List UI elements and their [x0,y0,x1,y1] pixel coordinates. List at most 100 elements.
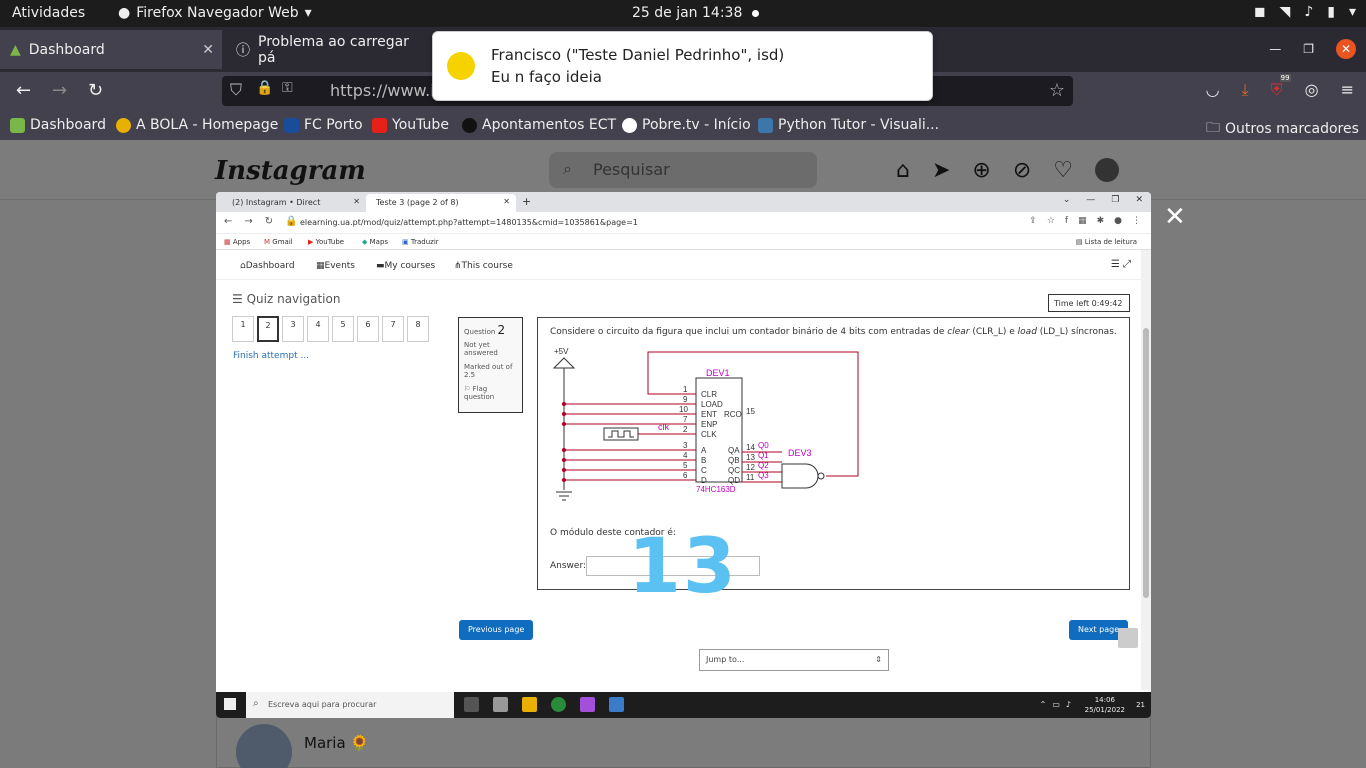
instagram-header: Instagram ⌕ Pesquisar ⌂ ➤ ⊕ ⊘ ♡ [0,140,1366,200]
pocket-icon[interactable]: ◡ [1206,80,1220,100]
quiz-navigation-label: Quiz navigation [246,292,341,306]
discord-icon[interactable]: ◼ [1254,4,1266,20]
profile-avatar[interactable] [1095,158,1120,182]
chrome-bookmark: ▶ YouTube [308,238,344,246]
pin-label: C [701,466,707,475]
window-controls: — ❐ ✕ [1269,39,1356,59]
bookmark-dashboard[interactable]: Dashboard [10,117,106,133]
clock[interactable]: 25 de jan 14:38 [632,5,760,21]
new-post-icon[interactable]: ⊕ [972,158,990,183]
menu-icon[interactable]: ≡ [1341,80,1354,100]
tab-dashboard[interactable]: ▲ Dashboard ✕ [0,30,222,69]
finish-attempt-link: Finish attempt ... [233,351,310,361]
bookmark-apontamentos[interactable]: Apontamentos ECT [462,117,616,133]
circuit-diagram: +5V DEV1 74HC163D clk 1 9 10 7 2 3 4 5 6… [552,347,859,501]
taskbar-time: 14:06 [1094,696,1115,704]
bookmark-label: YouTube [392,117,449,133]
other-bookmarks[interactable]: 🗀 Outros marcadores [1206,117,1359,141]
pin-number: 7 [683,415,688,424]
moodle-nav-label: This course [461,261,513,271]
chevron-up-icon: ⌃ [1039,700,1047,709]
windows-start-icon [224,698,236,710]
rco-label: RCO [724,410,742,419]
contact-name[interactable]: Maria 🌻 [304,734,369,752]
ubuntu-top-bar: Atividades ● Firefox Navegador Web ▾ 25 … [0,0,1366,27]
previous-page-button: Previous page [459,620,534,640]
notification-popup[interactable]: Francisco ("Teste Daniel Pedrinho", isd)… [432,31,933,101]
scrollbar [1141,250,1151,690]
bookmark-label: A BOLA - Homepage [136,117,279,133]
pin-number: 12 [746,463,755,472]
store-icon [493,697,508,712]
quiz-buttons: 1 2 3 4 5 6 7 8 [232,316,429,342]
back-icon[interactable]: ← [16,80,31,101]
tab-label: Dashboard [28,41,105,58]
select-arrow-icon: ⇕ [875,655,882,664]
close-icon: ✕ [503,197,510,206]
permissions-icon[interactable]: ⚿ [282,80,293,96]
pin-number: 1 [683,385,688,394]
system-tray[interactable]: ◼ ◥ ♪ ▮ ▾ [1254,4,1356,20]
scroll-thumb [1143,328,1149,598]
activities-button[interactable]: Atividades [12,5,85,21]
ublock-icon[interactable]: ⛨ 99 [1271,74,1291,100]
lock-icon[interactable]: 🔒 [256,80,273,96]
chevron-down-icon: ⌄ [1062,195,1071,205]
chrome-bookmark: ▤ Lista de leitura [1076,238,1137,246]
quiz-button: 1 [232,316,254,342]
question-status: Not yet answered [464,341,498,357]
pin-label: ENT [701,410,717,419]
toolbar-right: ◡ ⤓ ⛨ 99 ◎ ≡ [1206,74,1354,100]
instagram-logo[interactable]: Instagram [215,156,366,186]
quiz-button: 6 [357,316,379,342]
bookmark-pythontutor[interactable]: Python Tutor - Visuali... [758,117,939,133]
pin-number: 4 [683,451,688,460]
network-icon: ▭ [1052,700,1060,709]
shield-icon[interactable]: ⛉ [230,80,242,100]
clk-label: clk [658,422,669,432]
app-menu[interactable]: ● Firefox Navegador Web ▾ [118,5,312,21]
avatar [447,52,475,80]
reload-icon[interactable]: ↻ [88,80,103,101]
bookmark-fcporto[interactable]: FC Porto [284,117,363,133]
download-icon[interactable]: ⤓ [1242,80,1249,100]
forward-icon[interactable]: → [52,80,67,101]
extension-badge: 99 [1279,74,1291,82]
pin-number: 10 [679,405,688,414]
quiz-button: 3 [282,316,304,342]
minimize-icon: — [1086,195,1096,205]
dev1-label: DEV1 [706,368,730,378]
maximize-icon[interactable]: ❐ [1303,42,1314,56]
url-text: https://www.in [330,81,445,100]
bookmark-star-icon[interactable]: ☆ [1049,80,1065,101]
scroll-to-top-button [1118,628,1138,648]
instagram-nav: ⌂ ➤ ⊕ ⊘ ♡ [896,158,1120,183]
puzzle-icon: ✱ [1096,216,1105,226]
home-icon[interactable]: ⌂ [896,158,910,183]
close-window-icon[interactable]: ✕ [1336,39,1356,59]
power-menu-icon[interactable]: ▾ [1349,4,1356,20]
bookmark-youtube[interactable]: YouTube [372,117,449,133]
close-tab-icon[interactable]: ✕ [202,42,214,58]
nand-gate [781,463,819,489]
close-icon[interactable]: ✕ [1164,202,1186,232]
pobretv-icon [622,117,637,133]
youtube-icon: ▶ [308,238,314,246]
answer-label: Answer: [550,561,587,571]
fcporto-icon [284,117,299,133]
heart-icon[interactable]: ♡ [1053,158,1073,183]
explore-icon[interactable]: ⊘ [1013,158,1031,183]
bookmark-pobretv[interactable]: Pobre.tv - Início [622,117,751,133]
notification-dot-icon [752,9,760,17]
minimize-icon[interactable]: — [1269,42,1281,56]
bookmark-label: Outros marcadores [1225,121,1359,137]
direct-icon[interactable]: ➤ [932,158,950,183]
search-input[interactable]: ⌕ Pesquisar [549,152,817,188]
bookmarks-bar: Dashboard A BOLA - Homepage FC Porto You… [0,110,1366,140]
extension-icon[interactable]: ◎ [1305,80,1319,100]
tab-problem-loading[interactable]: ⓘ Problema ao carregar pá [226,30,436,69]
chrome-url: elearning.ua.pt/mod/quiz/attempt.php?att… [300,218,638,227]
pin-number: 9 [683,395,688,404]
bookmark-abola[interactable]: A BOLA - Homepage [116,117,278,133]
dev3-label: DEV3 [788,448,812,458]
